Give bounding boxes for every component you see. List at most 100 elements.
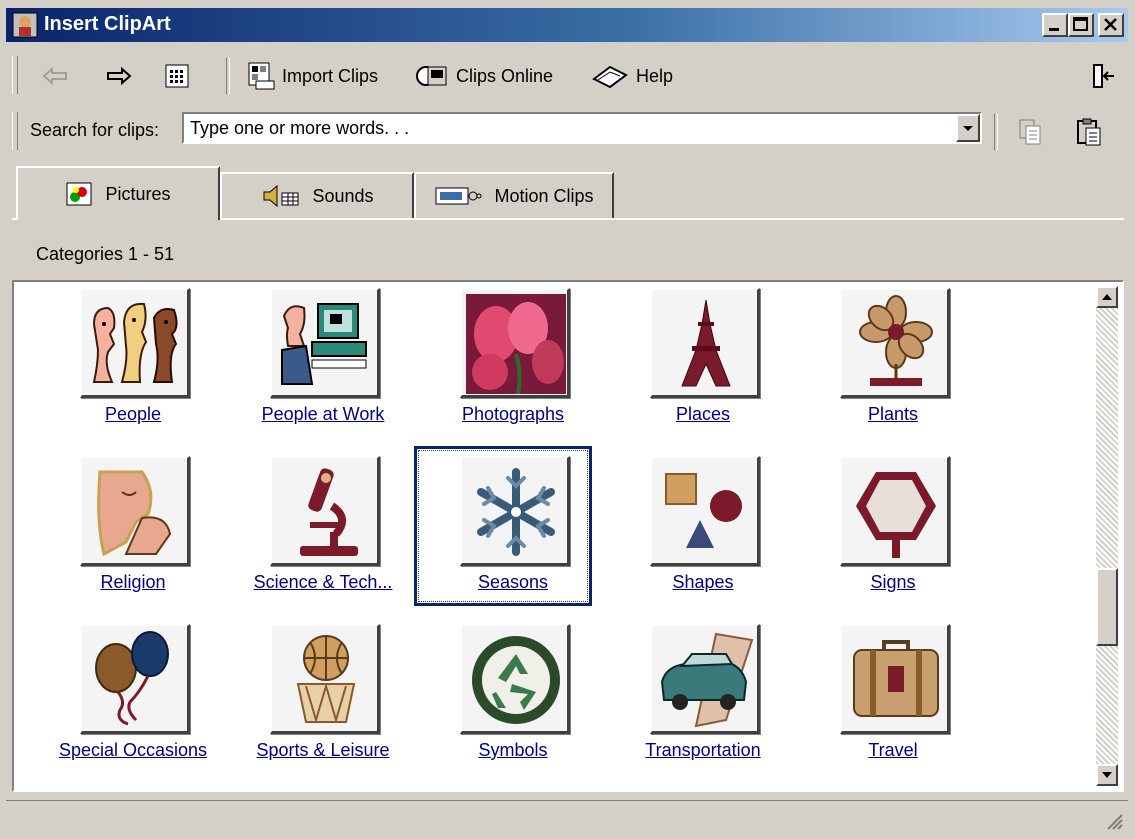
category-thumbnail[interactable] bbox=[80, 288, 190, 398]
category-thumbnail[interactable] bbox=[840, 288, 950, 398]
category-thumbnail[interactable] bbox=[80, 624, 190, 734]
search-dropdown-button[interactable] bbox=[956, 114, 980, 142]
status-bar bbox=[6, 800, 1128, 835]
import-clips-button[interactable]: Import Clips bbox=[246, 58, 378, 94]
search-toolbar: Search for clips: bbox=[6, 106, 1128, 156]
back-arrow-icon bbox=[42, 66, 67, 86]
category-label[interactable]: Plants bbox=[798, 404, 988, 425]
forward-arrow-icon bbox=[107, 66, 132, 86]
category-thumbnail[interactable] bbox=[650, 288, 760, 398]
category-travel[interactable]: Travel bbox=[798, 620, 988, 780]
category-symbols[interactable]: Symbols bbox=[418, 620, 608, 780]
back-button[interactable] bbox=[40, 58, 70, 94]
copy-button[interactable] bbox=[1016, 114, 1044, 150]
category-label[interactable]: Special Occasions bbox=[38, 740, 228, 761]
search-label: Search for clips: bbox=[30, 120, 160, 140]
minimize-button[interactable] bbox=[1042, 13, 1068, 37]
category-label[interactable]: Photographs bbox=[418, 404, 608, 425]
balloons-icon bbox=[95, 631, 169, 726]
flower-icon bbox=[859, 295, 933, 386]
search-toolbar-grip[interactable] bbox=[12, 112, 18, 150]
insert-clipart-window: Insert ClipArt Import Clips Clips Online… bbox=[0, 0, 1135, 839]
vertical-scrollbar[interactable] bbox=[1096, 286, 1118, 786]
category-thumbnail[interactable] bbox=[80, 456, 190, 566]
scroll-up-button[interactable] bbox=[1096, 286, 1118, 308]
category-label[interactable]: Science & Tech... bbox=[228, 572, 418, 593]
help-label: Help bbox=[636, 65, 674, 86]
religion-icon bbox=[97, 470, 172, 557]
maximize-button[interactable] bbox=[1068, 13, 1094, 37]
category-thumbnail[interactable] bbox=[270, 288, 380, 398]
category-plants[interactable]: Plants bbox=[798, 284, 988, 444]
scrollbar-thumb[interactable] bbox=[1096, 568, 1118, 646]
all-categories-button[interactable] bbox=[164, 58, 190, 94]
minimize-icon bbox=[1049, 28, 1059, 31]
category-thumbnail[interactable] bbox=[460, 288, 570, 398]
copy-icon bbox=[1019, 119, 1041, 145]
category-science-tech[interactable]: Science & Tech... bbox=[228, 452, 418, 612]
change-window-size-button[interactable] bbox=[1090, 58, 1118, 94]
category-thumbnail[interactable] bbox=[460, 624, 570, 734]
category-thumbnail[interactable] bbox=[270, 456, 380, 566]
category-label[interactable]: Travel bbox=[798, 740, 988, 761]
grid-view-icon bbox=[165, 64, 189, 88]
category-thumbnail[interactable] bbox=[840, 456, 950, 566]
category-shapes[interactable]: Shapes bbox=[608, 452, 798, 612]
category-special-occasions[interactable]: Special Occasions bbox=[38, 620, 228, 780]
category-label[interactable]: Shapes bbox=[608, 572, 798, 593]
category-seasons[interactable]: Seasons bbox=[414, 446, 608, 612]
tab-pictures[interactable]: Pictures bbox=[16, 166, 220, 220]
category-thumbnail[interactable] bbox=[650, 456, 760, 566]
category-thumbnail[interactable] bbox=[460, 456, 570, 566]
forward-button[interactable] bbox=[104, 58, 134, 94]
category-label[interactable]: Sports & Leisure bbox=[228, 740, 418, 761]
category-people[interactable]: People bbox=[38, 284, 228, 444]
category-places[interactable]: Places bbox=[608, 284, 798, 444]
tab-motion-clips[interactable]: Motion Clips bbox=[414, 172, 614, 218]
toolbar-separator bbox=[226, 58, 230, 94]
pictures-icon bbox=[66, 182, 92, 206]
category-signs[interactable]: Signs bbox=[798, 452, 988, 612]
categories-grid: People People at Work Photographs Places… bbox=[12, 280, 1124, 792]
clips-online-label: Clips Online bbox=[456, 65, 554, 86]
clips-online-button[interactable]: Clips Online bbox=[414, 58, 553, 94]
category-religion[interactable]: Religion bbox=[38, 452, 228, 612]
category-label[interactable]: Religion bbox=[38, 572, 228, 593]
recycle-icon bbox=[472, 636, 560, 724]
tab-sounds[interactable]: Sounds bbox=[220, 172, 414, 218]
category-label[interactable]: People bbox=[38, 404, 228, 425]
tab-motion-clips-label: Motion Clips bbox=[494, 185, 594, 206]
scroll-down-button[interactable] bbox=[1096, 764, 1118, 786]
people-at-work-icon bbox=[281, 303, 367, 385]
motion-clips-icon bbox=[435, 187, 482, 205]
car-icon bbox=[660, 632, 754, 728]
category-label[interactable]: Transportation bbox=[608, 740, 798, 761]
arrow-up-icon bbox=[1102, 294, 1112, 300]
title-bar[interactable]: Insert ClipArt bbox=[6, 8, 1128, 42]
category-label[interactable]: Places bbox=[608, 404, 798, 425]
snowflake-icon bbox=[477, 468, 555, 556]
category-people-at-work[interactable]: People at Work bbox=[228, 284, 418, 444]
toolbar-grip[interactable] bbox=[12, 56, 18, 94]
main-toolbar: Import Clips Clips Online Help bbox=[6, 50, 1128, 100]
close-icon bbox=[1104, 18, 1117, 31]
category-label[interactable]: People at Work bbox=[228, 404, 418, 425]
search-combobox[interactable] bbox=[182, 112, 982, 144]
category-photographs[interactable]: Photographs bbox=[418, 284, 608, 444]
category-label[interactable]: Signs bbox=[798, 572, 988, 593]
microscope-icon bbox=[300, 468, 358, 556]
window-title: Insert ClipArt bbox=[44, 13, 171, 35]
category-thumbnail[interactable] bbox=[840, 624, 950, 734]
window-resize-icon bbox=[1093, 64, 1114, 88]
help-button[interactable]: Help bbox=[590, 58, 673, 94]
category-thumbnail[interactable] bbox=[270, 624, 380, 734]
paste-button[interactable] bbox=[1074, 114, 1104, 150]
category-label[interactable]: Symbols bbox=[418, 740, 608, 761]
close-button[interactable] bbox=[1098, 13, 1124, 37]
category-label[interactable]: Seasons bbox=[418, 572, 608, 593]
category-transportation[interactable]: Transportation bbox=[608, 620, 798, 780]
category-sports-leisure[interactable]: Sports & Leisure bbox=[228, 620, 418, 780]
category-thumbnail[interactable] bbox=[650, 624, 760, 734]
search-input[interactable] bbox=[184, 114, 944, 142]
resize-grip-icon[interactable] bbox=[1104, 811, 1124, 831]
